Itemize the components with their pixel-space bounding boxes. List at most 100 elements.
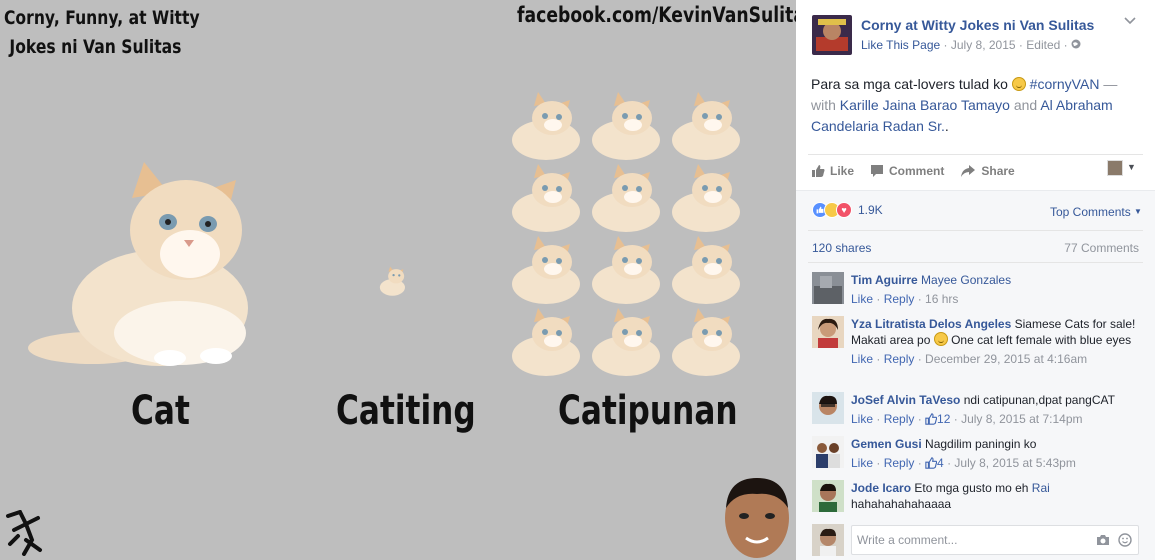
comment-footer: Like · Reply · 12 · July 8, 2015 at 7:14… xyxy=(851,412,1083,426)
divider xyxy=(808,230,1143,231)
post-photo[interactable]: Corny, Funny, at Witty Jokes ni Van Suli… xyxy=(0,0,796,560)
comment-reply-link[interactable]: Reply xyxy=(884,292,915,306)
post-text-period: . xyxy=(944,118,949,134)
comment-likes-count[interactable]: 12 xyxy=(925,412,950,426)
meta-dot-3: · xyxy=(1063,38,1071,52)
tagged-name[interactable]: Rai xyxy=(1032,481,1050,495)
cat-large-image xyxy=(28,162,248,366)
thumbs-up-icon xyxy=(925,457,938,469)
comment-time[interactable]: July 8, 2015 at 7:14pm xyxy=(961,412,1082,426)
page-name-link[interactable]: Corny at Witty Jokes ni Van Sulitas xyxy=(861,17,1094,33)
tagged-name[interactable]: Mayee Gonzales xyxy=(921,273,1011,287)
shares-link[interactable]: 120 shares xyxy=(812,241,871,255)
comment-footer: Like · Reply · 16 hrs xyxy=(851,292,959,306)
commenter-avatar[interactable] xyxy=(812,480,844,512)
post-options-chevron-icon[interactable] xyxy=(1124,16,1136,28)
like-button[interactable]: Like xyxy=(811,164,854,178)
commenter-avatar[interactable] xyxy=(812,316,844,348)
top-comments-label: Top Comments xyxy=(1050,205,1131,219)
post-actions: Like Comment Share xyxy=(811,161,1031,181)
comment-likes-count[interactable]: 4 xyxy=(925,456,944,470)
comment-input-box xyxy=(851,525,1139,555)
comment-like-link[interactable]: Like xyxy=(851,292,873,306)
comment-time[interactable]: July 8, 2015 at 5:43pm xyxy=(954,456,1075,470)
likes-number: 12 xyxy=(937,412,951,426)
likes-number: 4 xyxy=(937,456,944,470)
commenter-name[interactable]: Yza Litratista Delos Angeles xyxy=(851,317,1011,331)
commenter-name[interactable]: JoSef Alvin TaVeso xyxy=(851,393,960,407)
commenter-name[interactable]: Gemen Gusi xyxy=(851,437,922,451)
camera-icon[interactable] xyxy=(1096,533,1110,552)
caption-catiting: Catiting xyxy=(336,388,476,434)
comments-count-link[interactable]: 77 Comments xyxy=(1064,241,1139,255)
commenter-name[interactable]: Jode Icaro xyxy=(851,481,911,495)
post-date[interactable]: July 8, 2015 xyxy=(951,38,1016,52)
reactions-summary[interactable]: ♥ 1.9K xyxy=(812,202,883,218)
comment-label: Comment xyxy=(889,164,945,178)
smile-emoji-icon xyxy=(933,332,948,346)
post-as-dropdown-icon[interactable]: ▼ xyxy=(1127,162,1136,172)
comment-text-continued: One cat left female with blue eyes xyxy=(947,333,1132,347)
globe-icon xyxy=(1071,38,1081,52)
share-label: Share xyxy=(981,164,1015,178)
commenter-avatar[interactable] xyxy=(812,392,844,424)
comment-body: Tim Aguirre Mayee Gonzales Like · Reply … xyxy=(851,272,1141,307)
caret-down-icon: ▼ xyxy=(1134,207,1142,216)
sticker-smiley-icon[interactable] xyxy=(1118,533,1132,552)
commenter-name[interactable]: Tim Aguirre xyxy=(851,273,918,287)
comment-like-link[interactable]: Like xyxy=(851,412,873,426)
current-user-avatar[interactable] xyxy=(812,524,844,556)
caption-cat: Cat xyxy=(131,388,190,434)
meme-url: facebook.com/KevinVanSulitas xyxy=(517,3,796,27)
thumbs-up-icon xyxy=(925,413,938,425)
post-meta: Like This Page · July 8, 2015 · Edited · xyxy=(861,38,1081,52)
comment-footer: Like · Reply · 4 · July 8, 2015 at 5:43p… xyxy=(851,456,1076,470)
reactions-count[interactable]: 1.9K xyxy=(858,203,883,217)
cat-grid-image xyxy=(512,92,740,376)
comment-reply-link[interactable]: Reply xyxy=(884,456,915,470)
comment-button[interactable]: Comment xyxy=(870,164,944,178)
meme-title-line2: Jokes ni Van Sulitas xyxy=(4,36,182,58)
commenter-avatar[interactable] xyxy=(812,272,844,304)
thumbs-up-icon xyxy=(812,165,825,177)
comment-body: Yza Litratista Delos Angeles Siamese Cat… xyxy=(851,316,1141,367)
post-header: Corny at Witty Jokes ni Van Sulitas Like… xyxy=(796,0,1155,190)
comment-input[interactable] xyxy=(852,526,1082,554)
post-as-avatar[interactable] xyxy=(1107,160,1123,176)
commenter-avatar[interactable] xyxy=(812,436,844,468)
share-button[interactable]: Share xyxy=(960,164,1015,178)
page-avatar[interactable] xyxy=(812,15,852,55)
comment-composer xyxy=(812,524,1142,556)
comment-time[interactable]: 16 hrs xyxy=(925,292,958,306)
like-page-link[interactable]: Like This Page xyxy=(861,38,940,52)
cat-small-image xyxy=(379,266,405,296)
author-face-image xyxy=(725,478,789,558)
hashtag-link[interactable]: #cornyVAN xyxy=(1030,76,1100,92)
comment-text: ndi catipunan,dpat pangCAT xyxy=(963,393,1115,407)
comment-body: Jode Icaro Eto mga gusto mo eh Rai hahah… xyxy=(851,480,1141,512)
composer-icons xyxy=(1088,533,1132,552)
edited-label[interactable]: Edited xyxy=(1026,38,1060,52)
like-label: Like xyxy=(830,164,855,178)
divider xyxy=(808,262,1143,263)
comment-like-link[interactable]: Like xyxy=(851,352,873,366)
smile-emoji-icon xyxy=(1011,77,1026,91)
comment-reply-link[interactable]: Reply xyxy=(884,352,915,366)
author-logo-icon xyxy=(6,510,42,556)
tagged-user-1[interactable]: Karille Jaina Barao Tamayo xyxy=(840,97,1010,113)
comment-footer: Like · Reply · December 29, 2015 at 4:16… xyxy=(851,352,1088,366)
top-comments-dropdown[interactable]: Top Comments ▼ xyxy=(1050,205,1142,219)
comment-text: Eto mga gusto mo eh xyxy=(914,481,1029,495)
and-label: and xyxy=(1009,97,1041,113)
comment-like-link[interactable]: Like xyxy=(851,456,873,470)
comment-reply-link[interactable]: Reply xyxy=(884,412,915,426)
comment-body: JoSef Alvin TaVeso ndi catipunan,dpat pa… xyxy=(851,392,1141,427)
comment-text-continued: hahahahahahaaaa xyxy=(851,497,952,511)
meta-dot-1: · xyxy=(943,38,951,52)
comment-text: Nagdilim paningin ko xyxy=(925,437,1037,451)
meme-title: Corny, Funny, at Witty Jokes ni Van Suli… xyxy=(4,4,200,62)
comment-time[interactable]: December 29, 2015 at 4:16am xyxy=(925,352,1087,366)
comment-icon xyxy=(871,165,884,177)
meme-title-line1: Corny, Funny, at Witty xyxy=(4,7,200,29)
love-reaction-icon: ♥ xyxy=(836,202,852,218)
